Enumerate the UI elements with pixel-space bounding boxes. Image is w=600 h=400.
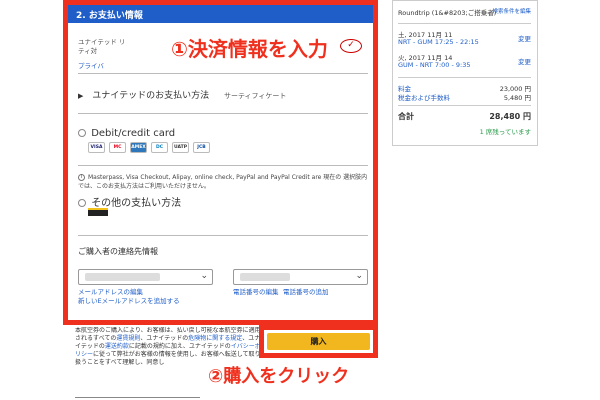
other-payment-option[interactable]: その他の支払い方法 [78, 194, 181, 209]
flight1-change-link[interactable]: 変更 [518, 33, 531, 43]
check-logo-icon: ✓ [340, 39, 362, 53]
chevron-down-icon: ⌄ [355, 271, 363, 281]
legal-text-part: 、ユナイテッドの [140, 335, 189, 342]
purchase-button[interactable]: 購入 [267, 333, 370, 350]
debit-credit-option[interactable]: Debit/credit card [78, 128, 175, 139]
jcb-icon: JCB [193, 142, 210, 153]
divider [78, 113, 368, 114]
divider [75, 397, 200, 398]
legal-text-part: に記載の [128, 343, 153, 350]
phone-value [240, 273, 290, 281]
annotation-enter-payment: ①決済情報を入力 [171, 37, 328, 61]
flight2-change-link[interactable]: 変更 [518, 56, 531, 66]
divider [398, 23, 531, 24]
email-value [85, 273, 160, 281]
edit-phone-link[interactable]: 電話番号の編集 [233, 288, 279, 297]
email-select[interactable]: ⌄ [78, 269, 213, 285]
privacy-link[interactable]: プライバ [78, 60, 104, 70]
annotation-click-purchase: ②購入をクリック [208, 366, 350, 387]
debit-credit-label: Debit/credit card [91, 128, 176, 139]
info-note-text: Masterpass, Visa Checkout, Alipay, onlin… [78, 174, 368, 190]
legal-text-part: 規約に加え、ユナイテッドの [152, 343, 231, 350]
divider [78, 165, 368, 166]
divider [398, 105, 531, 106]
edit-search-link[interactable]: 検索条件を編集 [492, 7, 531, 15]
flight1-route: NRT - GUM 17:25 - 22:15 [398, 38, 479, 46]
seats-left-status: 1 席残っています [479, 128, 531, 136]
radio-icon[interactable] [78, 199, 86, 207]
add-phone-link[interactable]: 電話番号の追加 [283, 288, 329, 297]
contract-of-carriage-link[interactable]: 運送約款 [105, 343, 129, 350]
united-payment-sub: サーティフィケート [223, 92, 287, 100]
uatp-icon: UATP [172, 142, 189, 153]
add-email-link[interactable]: 新しいEメールアドレスを追加する [78, 297, 180, 306]
divider [398, 77, 531, 78]
alt-payment-icon [88, 208, 108, 216]
radio-icon[interactable] [78, 129, 86, 137]
panel-header-title: 2. お支払い情報 [76, 11, 143, 21]
purchase-highlight: 購入 [259, 325, 378, 358]
united-payment-label: ユナイテッドのお支払い方法 [92, 91, 210, 101]
card-logos: VISA MC AMEX DC UATP JCB [88, 142, 210, 153]
fare-rules-link[interactable]: 運賃規則 [116, 335, 140, 342]
dangerous-goods-link[interactable]: 危険物に関する規定 [188, 335, 242, 342]
panel-header: 2. お支払い情報 [68, 5, 373, 23]
payment-info-panel: 2. お支払い情報 ①決済情報を入力 ユナイテッド リティ対 プライバ ✓ ▶ … [63, 0, 378, 325]
trip-summary: Roundtrip (1&#8203;ご搭乗者) 検索条件を編集 土, 2017… [392, 0, 538, 146]
visa-icon: VISA [88, 142, 105, 153]
diners-icon: DC [151, 142, 168, 153]
united-payment-toggle[interactable]: ▶ ユナイテッドのお支払い方法 サーティフィケート [78, 88, 286, 101]
amex-icon: AMEX [130, 142, 147, 153]
divider [78, 235, 368, 236]
caret-right-icon: ▶ [78, 92, 84, 100]
mastercard-icon: MC [109, 142, 126, 153]
edit-email-link[interactable]: メールアドレスの編集 [78, 288, 143, 297]
united-note: ユナイテッド リティ対 [78, 38, 126, 55]
contact-info-title: ご購入者の連絡先情報 [78, 247, 158, 256]
divider [78, 73, 368, 74]
total-value: 28,480 円 [489, 112, 531, 121]
tax-value: 5,480 円 [503, 94, 531, 102]
phone-select[interactable]: ⌄ [233, 269, 368, 285]
chevron-down-icon: ⌄ [200, 271, 208, 281]
unavailable-methods-note: i Masterpass, Visa Checkout, Alipay, onli… [78, 173, 368, 191]
info-icon: i [78, 174, 85, 181]
flight2-route: GUM - NRT 7:00 - 9:35 [398, 61, 471, 69]
